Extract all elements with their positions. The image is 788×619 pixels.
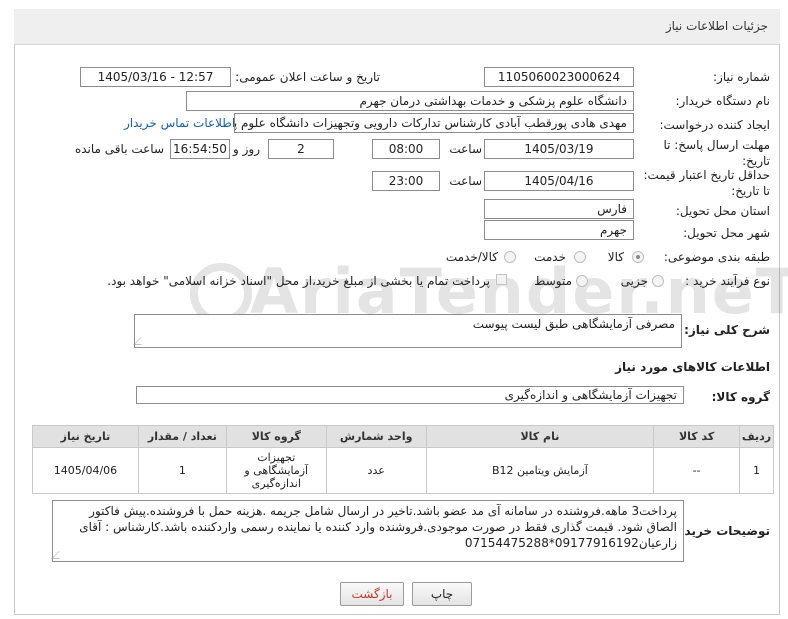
page-title: جزئیات اطلاعات نیاز [665,19,768,33]
cell-date: 1405/04/06 [32,447,139,494]
col-code: کد کالا [653,425,741,448]
buyer-contact-link[interactable]: اطلاعات تماس خریدار [124,116,235,130]
days-label: روز و [233,142,260,156]
reply-time-label: ساعت [449,142,482,156]
reply-deadline-label-date: تاریخ: [742,154,770,168]
buyer-notes-textarea[interactable]: پرداخت3 ماهه.فروشنده در سامانه آی مد عضو… [51,500,684,562]
col-unit: واحد شمارش [325,425,427,448]
province-label: استان محل تحویل: [675,204,770,218]
requester-field[interactable]: مهدی هادی پورقطب آبادی کارشناس تدارکات د… [234,113,634,133]
category-label: طبقه بندی موضوعی: [663,250,770,264]
goods-group-field[interactable]: تجهیزات آزمایشگاهی و اندازه‌گیری [136,386,684,404]
need-number-field[interactable]: 1105060023000624 [484,67,634,87]
category-option-goods-service: کالا/خدمت [445,250,498,264]
price-time-label: ساعت [449,174,482,188]
resize-grip-icon[interactable] [133,337,149,345]
process-radio-minor[interactable] [652,275,664,287]
buyer-notes-text: پرداخت3 ماهه.فروشنده در سامانه آی مد عضو… [79,504,677,550]
table-header-row: ردیف کد کالا نام کالا واحد شمارش گروه کا… [32,425,774,448]
goods-info-title: اطلاعات کالاهای مورد نیاز [615,360,770,374]
col-group: گروه کالا [225,425,327,448]
price-date-field[interactable]: 1405/04/16 [484,171,634,191]
summary-text: مصرفی آزمایشگاهی طبق لیست پیوست [472,317,675,331]
requester-label: ایجاد کننده درخواست: [659,118,770,132]
buyer-org-label: نام دستگاه خریدار: [675,94,771,108]
announce-field[interactable]: 1405/03/16 - 12:57 [80,67,231,87]
remaining-label: ساعت باقی مانده [74,142,164,156]
category-radio-service[interactable] [574,251,586,263]
reply-time-field[interactable]: 08:00 [372,139,440,159]
need-number-label: شماره نیاز: [713,70,770,84]
summary-label: شرح کلی نیاز: [684,323,770,337]
price-deadline-label-date: تا تاریخ: [731,184,770,198]
col-date: تاریخ نیاز [32,425,139,448]
price-time-field[interactable]: 23:00 [372,171,440,191]
header-bar: جزئیات اطلاعات نیاز [14,9,780,45]
back-button[interactable]: بازگشت [340,582,404,606]
col-qty: تعداد / مقدار [137,425,227,448]
cell-row: 1 [739,447,774,494]
reply-deadline-label: مهلت ارسال پاسخ: تا [663,138,770,152]
process-label: نوع فرآیند خرید : [685,274,770,288]
category-option-service: خدمت [534,250,566,264]
province-field[interactable]: فارس [484,199,634,219]
col-name: نام کالا [425,425,655,448]
reply-date-field[interactable]: 1405/03/19 [484,139,634,159]
goods-table: ردیف کد کالا نام کالا واحد شمارش گروه کا… [32,425,774,494]
summary-textarea[interactable]: مصرفی آزمایشگاهی طبق لیست پیوست [133,314,682,348]
announce-label: تاریخ و ساعت اعلان عمومی: [235,70,380,84]
process-option-medium: متوسط [534,274,572,288]
process-radio-medium[interactable] [576,275,588,287]
city-field[interactable]: جهرم [484,220,634,240]
category-radio-goods-service[interactable] [504,251,516,263]
process-option-minor: جزیی [620,274,648,288]
treasury-payment-checkbox[interactable] [496,274,507,285]
city-label: شهر محل تحویل: [683,226,770,240]
cell-unit: عدد [325,447,427,494]
cell-group: تجهیزات آزمایشگاهی و اندازه‌گیری [225,447,327,494]
cell-name: آزمایش ویتامین B12 [425,447,655,494]
category-option-goods: کالا [607,250,624,264]
treasury-payment-note: پرداخت تمام یا بخشی از مبلغ خرید،از محل … [107,274,490,288]
print-button[interactable]: چاپ [412,582,472,606]
col-row: ردیف [739,425,774,448]
cell-code: -- [653,447,741,494]
resize-grip-icon[interactable] [51,551,67,559]
remaining-time-field[interactable]: 16:54:50 [170,139,230,159]
table-row[interactable]: 1 -- آزمایش ویتامین B12 عدد تجهیزات آزما… [32,447,774,494]
buyer-org-field[interactable]: دانشگاه علوم پزشکی و خدمات بهداشتی درمان… [186,91,634,111]
price-deadline-label: حداقل تاریخ اعتبار قیمت: [643,168,770,182]
days-field[interactable]: 2 [268,139,334,159]
category-radio-goods[interactable] [632,251,644,263]
cell-qty: 1 [137,447,227,494]
goods-group-label: گروه کالا: [711,390,770,404]
